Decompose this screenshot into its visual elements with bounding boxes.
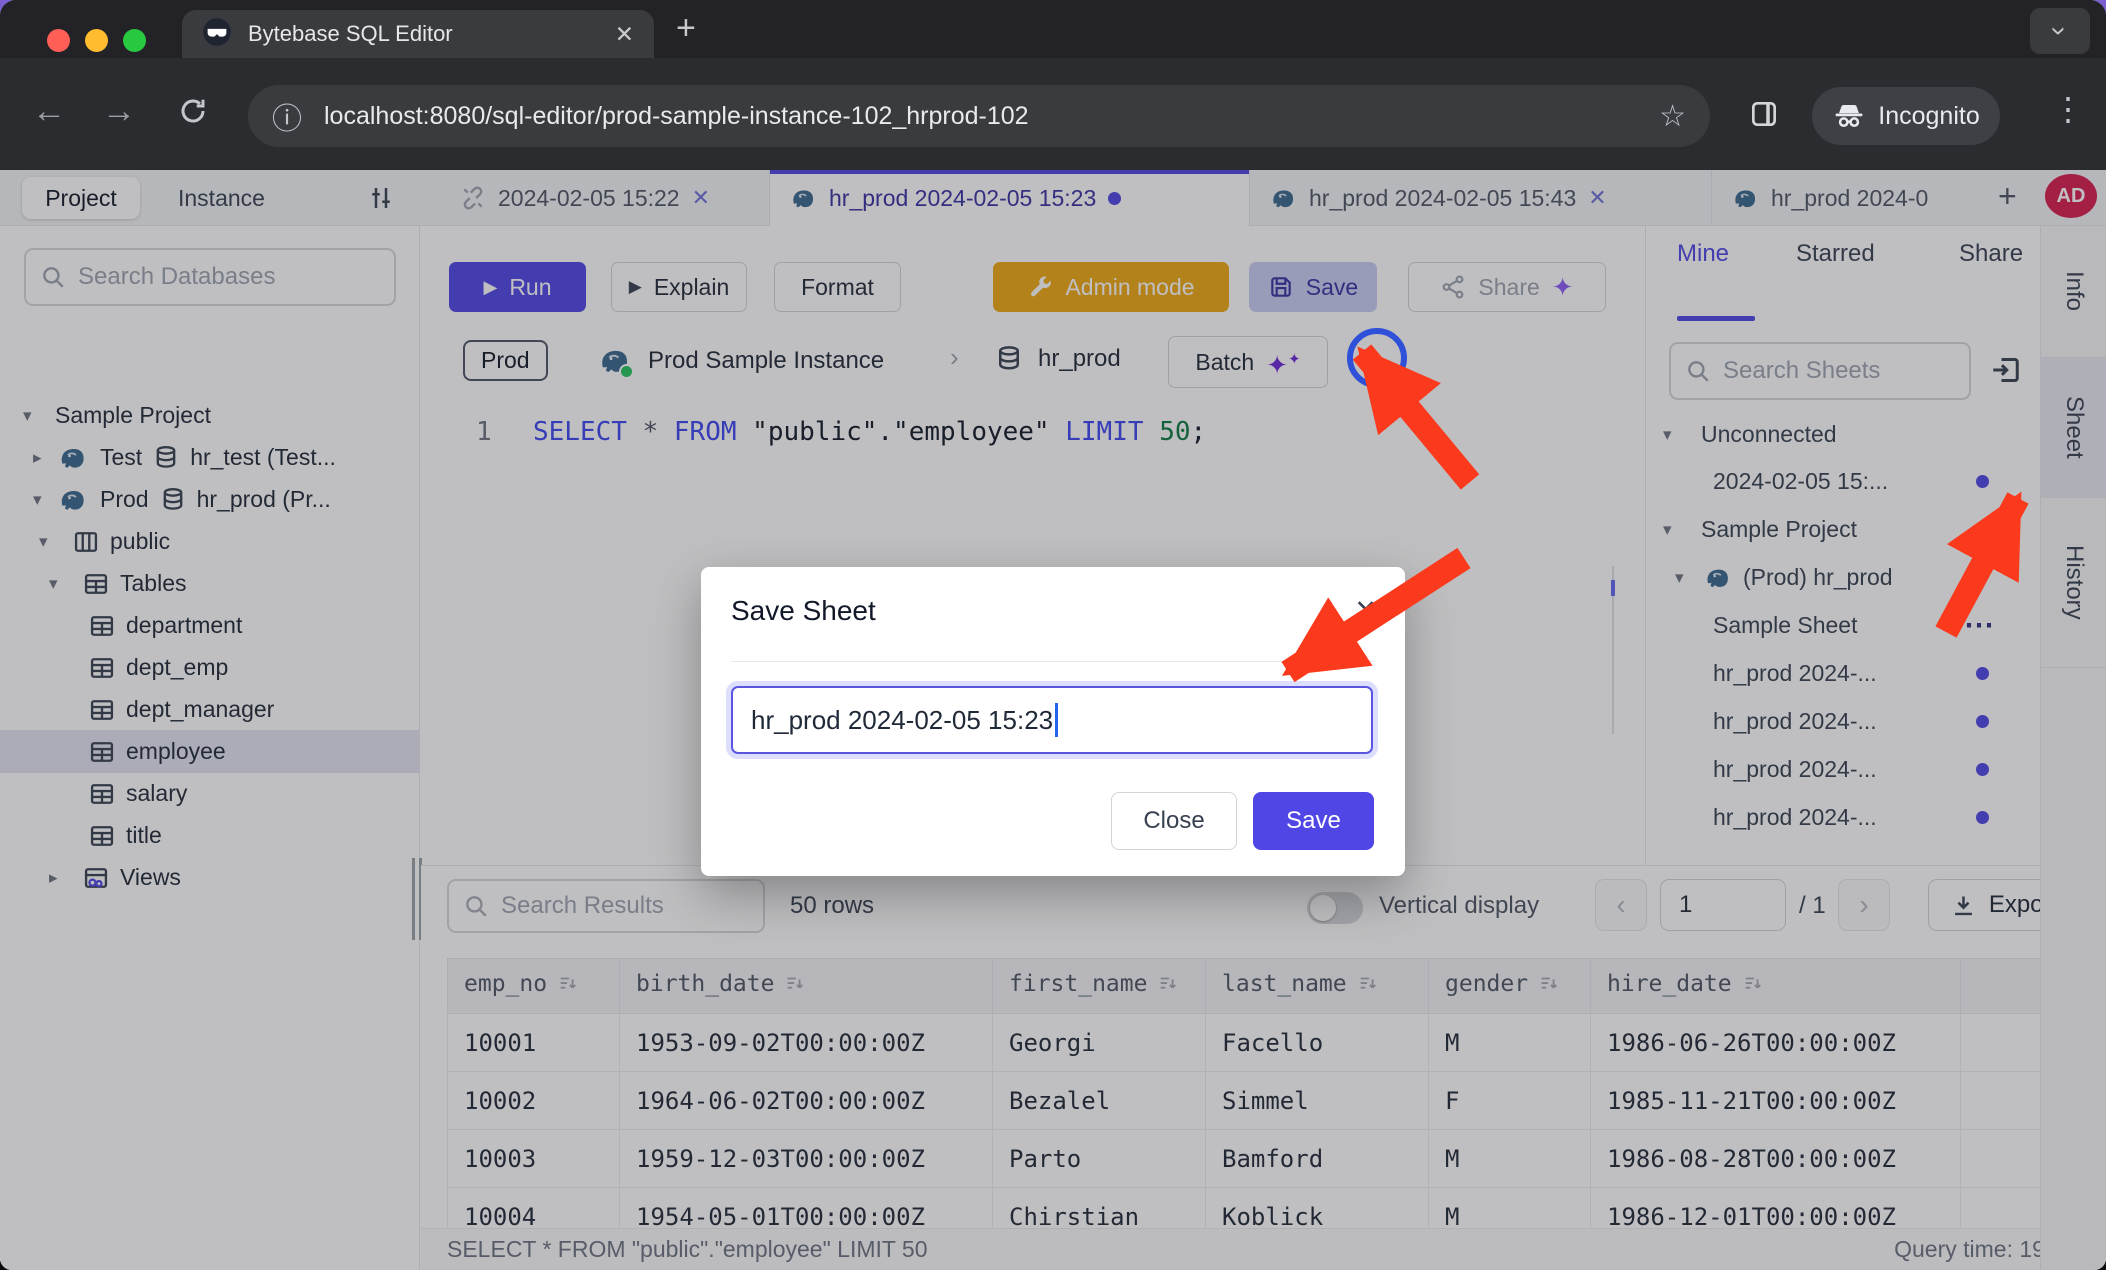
modal-divider xyxy=(731,661,1375,662)
modal-close-button[interactable]: Close xyxy=(1111,792,1237,850)
modal-save-button[interactable]: Save xyxy=(1253,792,1374,850)
browser-tabstrip: Bytebase SQL Editor ✕ + › xyxy=(0,0,2106,58)
traffic-light-zoom[interactable] xyxy=(123,29,146,52)
browser-tab[interactable]: Bytebase SQL Editor ✕ xyxy=(182,10,654,58)
browser-navbar: ← → ⓘ localhost:8080/sql-editor/prod-sam… xyxy=(0,58,2106,170)
browser-window: Bytebase SQL Editor ✕ + › ← → ⓘ localhos… xyxy=(0,0,2106,1270)
sheet-name-input[interactable]: hr_prod 2024-02-05 15:23 xyxy=(731,686,1373,754)
bytebase-favicon-icon xyxy=(202,17,232,52)
tab-search-button[interactable]: › xyxy=(2030,8,2090,54)
new-tab-button[interactable]: + xyxy=(676,9,696,48)
traffic-light-close[interactable] xyxy=(47,29,70,52)
url-text[interactable]: localhost:8080/sql-editor/prod-sample-in… xyxy=(324,102,1659,131)
modal-close-icon[interactable]: ✕ xyxy=(1354,595,1377,626)
text-cursor xyxy=(1055,703,1058,737)
incognito-icon xyxy=(1832,99,1866,133)
back-button[interactable]: ← xyxy=(32,92,66,131)
chevron-down-icon: › xyxy=(2044,26,2076,35)
incognito-label: Incognito xyxy=(1878,102,1979,131)
site-info-icon[interactable]: ⓘ xyxy=(272,94,302,138)
browser-tab-title: Bytebase SQL Editor xyxy=(248,21,615,47)
forward-button[interactable]: → xyxy=(102,92,136,131)
browser-tab-close-icon[interactable]: ✕ xyxy=(615,21,634,48)
sheet-name-value: hr_prod 2024-02-05 15:23 xyxy=(751,705,1053,736)
incognito-badge: Incognito xyxy=(1812,87,2000,145)
reload-button[interactable] xyxy=(178,96,208,135)
save-sheet-modal: Save Sheet ✕ hr_prod 2024-02-05 15:23 Cl… xyxy=(701,567,1405,876)
browser-menu-icon[interactable]: ⋮ xyxy=(2052,90,2084,128)
url-bar[interactable]: ⓘ localhost:8080/sql-editor/prod-sample-… xyxy=(248,85,1710,147)
side-panel-icon[interactable] xyxy=(1748,98,1780,139)
browser-chrome: Bytebase SQL Editor ✕ + › ← → ⓘ localhos… xyxy=(0,0,2106,170)
bookmark-star-icon[interactable]: ☆ xyxy=(1659,99,1686,134)
modal-title: Save Sheet xyxy=(731,595,876,627)
traffic-light-minimize[interactable] xyxy=(85,29,108,52)
